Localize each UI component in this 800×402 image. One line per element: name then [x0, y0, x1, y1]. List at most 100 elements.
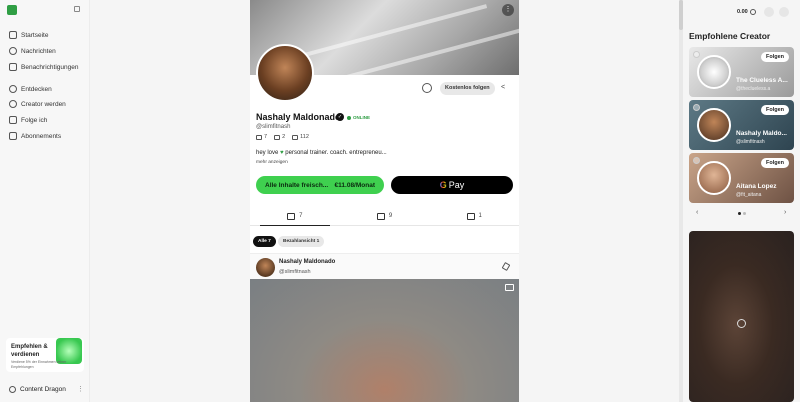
creator-name: Aitana Lopez	[736, 183, 777, 190]
creator-card[interactable]: Nashaly Maldo... @slimfitnash Folgen	[689, 100, 794, 150]
plus-circle-icon	[9, 100, 17, 108]
nav-label: Creator werden	[21, 100, 66, 108]
tab-count: 9	[388, 213, 393, 219]
star-icon	[9, 132, 17, 140]
stat-value: 112	[300, 134, 309, 140]
photo-icon	[256, 134, 262, 140]
subscribe-price: €11.08/Monat	[334, 181, 375, 189]
filter-paid[interactable]: Bezahlansicht 1	[278, 236, 325, 247]
profile-name: Nashaly Maldonado	[256, 112, 341, 122]
verified-icon: ✓	[336, 113, 344, 121]
post-avatar[interactable]	[256, 258, 275, 277]
cart-icon	[274, 134, 281, 140]
creator-name: Nashaly Maldo...	[736, 130, 787, 137]
follow-free-button[interactable]: Kostenlos folgen	[440, 82, 495, 95]
subscribe-label: Alle Inhalte freisch...	[265, 181, 329, 189]
carousel-prev-icon[interactable]: ‹	[696, 209, 698, 216]
nav-item-discover[interactable]: Entdecken	[9, 85, 89, 93]
bio-text: personal trainer. coach. entrepreneu...	[285, 150, 387, 156]
free-icon	[693, 104, 700, 111]
bell-icon[interactable]	[779, 7, 789, 17]
carousel-dot[interactable]	[743, 212, 746, 215]
coin-icon	[749, 9, 756, 15]
nav-label: Benachrichtigungen	[21, 63, 79, 71]
balance-value: 0.00	[737, 9, 748, 15]
creator-handle: @slimfitnash	[736, 139, 765, 145]
gpay-label: Pay	[448, 180, 465, 190]
sidebar: Startseite Nachrichten Benachrichtigunge…	[0, 0, 90, 402]
stat-purchases: 2	[274, 134, 285, 140]
referral-promo-card[interactable]: Empfehlen & verdienen Verdiene 5% der Ei…	[6, 338, 84, 372]
tab-collections[interactable]: 9	[340, 207, 430, 225]
video-icon	[505, 284, 514, 291]
free-icon	[693, 157, 700, 164]
carousel-dot[interactable]	[738, 212, 741, 215]
profile-avatar[interactable]	[256, 44, 314, 102]
stat-value: 2	[282, 134, 286, 140]
profile-handle: @slimfitnash	[256, 124, 291, 130]
grid-icon	[376, 212, 385, 220]
google-icon: G	[439, 180, 447, 190]
promo-subtitle: Verdiene 5% der Einnahmen deiner Empfehl…	[11, 360, 67, 369]
google-pay-button[interactable]: G Pay	[391, 176, 513, 194]
stat-followers: 112	[292, 134, 309, 140]
share-icon[interactable]: <	[501, 84, 505, 91]
users-icon	[9, 116, 17, 124]
creator-card[interactable]: Aitana Lopez @fit_aitana Folgen	[689, 153, 794, 203]
account-menu[interactable]: Content Dragon	[9, 386, 66, 393]
wallet-icon[interactable]	[764, 7, 774, 17]
nav-item-notifications[interactable]: Benachrichtigungen	[9, 63, 89, 71]
bio-prefix: hey love	[256, 150, 279, 156]
nav-item-following[interactable]: Folge ich	[9, 116, 89, 124]
account-name: Content Dragon	[20, 386, 66, 393]
nav-item-home[interactable]: Startseite	[9, 31, 89, 39]
wallet-balance[interactable]: 0.00	[737, 9, 756, 15]
creator-name: The Clueless A...	[736, 77, 788, 84]
search-icon	[9, 85, 17, 93]
nav-item-messages[interactable]: Nachrichten	[9, 47, 89, 55]
nav-item-subscriptions[interactable]: Abonnements	[9, 132, 89, 140]
tab-posts[interactable]: 7	[250, 207, 340, 226]
more-options-icon[interactable]: ⋮	[77, 385, 84, 393]
tab-count: 1	[478, 213, 482, 219]
promo-title: Empfehlen & verdienen	[11, 344, 48, 358]
creator-card[interactable]: The Clueless A... @theclueless.a Folgen	[689, 47, 794, 97]
show-more-link[interactable]: mehr anzeigen	[256, 160, 288, 165]
tip-icon[interactable]	[422, 83, 432, 93]
bell-icon	[9, 63, 17, 71]
post-author-name[interactable]: Nashaly Maldonado	[279, 259, 335, 265]
stat-photos: 7	[256, 134, 267, 140]
creator-handle: @theclueless.a	[736, 86, 771, 92]
nav-label: Folge ich	[21, 116, 48, 124]
follow-button[interactable]: Folgen	[760, 105, 789, 115]
follow-button[interactable]: Folgen	[760, 52, 789, 62]
profile-main: ⋮ Kostenlos folgen < Nashaly Maldonado ✓…	[250, 0, 519, 402]
filter-all[interactable]: Alle 7	[253, 236, 276, 247]
nav-label: Startseite	[21, 31, 49, 39]
pin-icon[interactable]	[501, 261, 511, 272]
sidebar-collapse-icon[interactable]	[74, 6, 80, 12]
profile-bio: hey love ♥ personal trainer. coach. entr…	[256, 150, 387, 156]
heart-icon: ♥	[280, 150, 284, 156]
logo-icon[interactable]	[7, 5, 17, 15]
featured-media-card[interactable]	[689, 231, 794, 402]
play-icon[interactable]	[737, 319, 746, 328]
subscribe-button[interactable]: Alle Inhalte freisch... €11.08/Monat	[256, 176, 384, 194]
follow-button[interactable]: Folgen	[760, 158, 789, 168]
cover-options-icon[interactable]: ⋮	[502, 4, 514, 16]
content-tabs: 7 9 1	[250, 207, 519, 226]
creator-avatar	[697, 55, 731, 89]
image-icon	[287, 212, 296, 220]
creator-handle: @fit_aitana	[736, 192, 762, 198]
post-media-locked[interactable]	[250, 279, 519, 402]
tab-shop[interactable]: 1	[429, 207, 519, 225]
profile-stats: 7 2 112	[256, 134, 316, 140]
nav-label: Entdecken	[21, 85, 52, 93]
shop-icon	[466, 212, 475, 220]
creator-avatar	[697, 161, 731, 195]
tab-count: 7	[299, 213, 303, 219]
carousel-next-icon[interactable]: ›	[784, 209, 786, 216]
scrollbar[interactable]	[679, 0, 683, 402]
nav-item-become-creator[interactable]: Creator werden	[9, 100, 89, 108]
users-icon	[292, 134, 299, 140]
